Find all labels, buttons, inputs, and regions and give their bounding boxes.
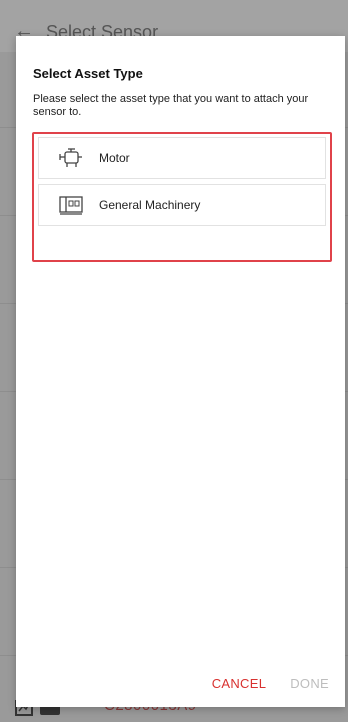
option-general-machinery[interactable]: General Machinery (38, 184, 326, 226)
option-motor-label: Motor (99, 151, 130, 165)
dialog-title: Select Asset Type (33, 66, 143, 81)
done-button[interactable]: DONE (290, 676, 329, 691)
option-motor[interactable]: Motor (38, 137, 326, 179)
dialog-description: Please select the asset type that you wa… (33, 93, 309, 118)
motor-icon (57, 146, 85, 170)
asset-type-options: Motor General Machinery (32, 132, 332, 262)
dialog-actions: CANCEL DONE (212, 676, 329, 691)
option-general-machinery-label: General Machinery (99, 198, 201, 212)
cancel-button[interactable]: CANCEL (212, 676, 267, 691)
select-asset-type-dialog: Select Asset Type Please select the asse… (16, 36, 345, 707)
machinery-icon (57, 193, 85, 217)
